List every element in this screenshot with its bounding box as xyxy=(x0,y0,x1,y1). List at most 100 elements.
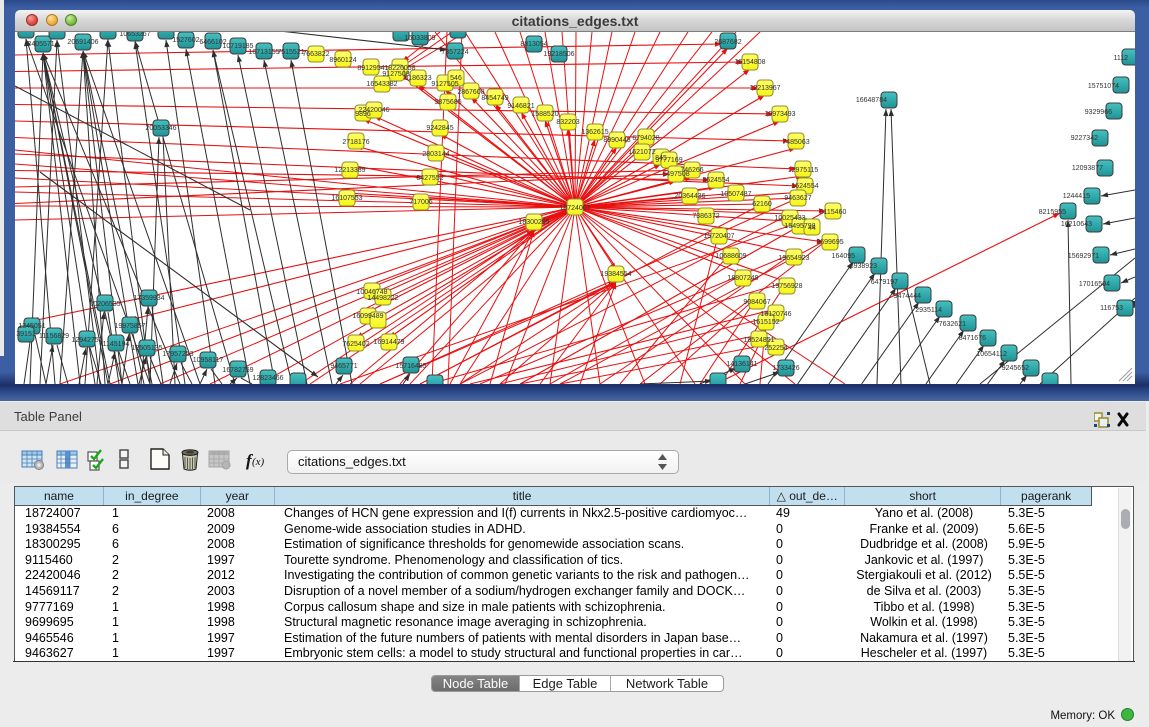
svg-text:15720407: 15720407 xyxy=(703,233,734,240)
svg-text:2718176: 2718176 xyxy=(342,139,369,146)
svg-text:546: 546 xyxy=(450,75,462,82)
svg-text:7515521: 7515521 xyxy=(277,49,304,56)
svg-text:8990448: 8990448 xyxy=(603,137,630,144)
svg-text:6794028: 6794028 xyxy=(632,135,659,142)
svg-text:1624554: 1624554 xyxy=(791,183,818,190)
svg-text:19654923: 19654923 xyxy=(778,255,809,262)
svg-text:1145194: 1145194 xyxy=(103,341,130,348)
svg-text:2803144: 2803144 xyxy=(422,151,449,158)
svg-text:1112: 1112 xyxy=(1113,55,1128,62)
svg-text:5875685: 5875685 xyxy=(434,99,461,106)
svg-text:9465771: 9465771 xyxy=(330,363,357,370)
svg-text:16099489: 16099489 xyxy=(352,313,383,320)
svg-text:832203: 832203 xyxy=(556,119,579,126)
svg-text:7632621: 7632621 xyxy=(939,321,966,328)
svg-text:1345051: 1345051 xyxy=(18,323,45,330)
svg-text:8186323: 8186323 xyxy=(404,75,431,82)
svg-text:16648784: 16648784 xyxy=(856,97,887,104)
svg-text:1362615: 1362615 xyxy=(581,129,608,136)
svg-text:116753: 116753 xyxy=(1100,305,1123,312)
svg-text:16914479: 16914479 xyxy=(373,339,404,346)
svg-text:9777169: 9777169 xyxy=(655,157,682,164)
svg-text:10958117: 10958117 xyxy=(193,357,224,364)
svg-text:8912954: 8912954 xyxy=(357,65,384,72)
svg-text:19975857: 19975857 xyxy=(114,323,145,330)
svg-text:10654112: 10654112 xyxy=(976,351,1007,358)
svg-text:10507487: 10507487 xyxy=(720,191,751,198)
svg-text:10973493: 10973493 xyxy=(764,111,795,118)
svg-text:16154808: 16154808 xyxy=(734,59,765,66)
svg-text:19218506: 19218506 xyxy=(543,51,574,58)
svg-text:2687682: 2687682 xyxy=(714,39,741,46)
svg-text:16120746: 16120746 xyxy=(760,311,791,318)
svg-text:1733426: 1733426 xyxy=(772,365,799,372)
svg-text:12823466: 12823466 xyxy=(252,375,283,382)
svg-text:18807249: 18807249 xyxy=(727,275,758,282)
svg-text:17016504: 17016504 xyxy=(1079,281,1110,288)
svg-text:252254: 252254 xyxy=(764,345,787,352)
svg-text:8938923: 8938923 xyxy=(850,263,877,270)
svg-text:16713155: 16713155 xyxy=(248,49,279,56)
svg-text:12942757: 12942757 xyxy=(71,337,102,344)
svg-text:1244415: 1244415 xyxy=(1063,193,1090,200)
svg-text:164095: 164095 xyxy=(832,253,855,260)
svg-text:15716485: 15716485 xyxy=(395,363,426,370)
svg-text:1588520: 1588520 xyxy=(531,111,558,118)
svg-text:8960124: 8960124 xyxy=(329,57,356,64)
svg-text:9463627: 9463627 xyxy=(784,195,811,202)
svg-text:9474444: 9474444 xyxy=(894,293,921,300)
svg-text:746266: 746266 xyxy=(680,167,703,174)
svg-text:17957253: 17957253 xyxy=(162,351,193,358)
svg-text:10025433: 10025433 xyxy=(774,215,805,222)
svg-text:8427552: 8427552 xyxy=(416,175,443,182)
svg-text:18300295: 18300295 xyxy=(518,219,549,226)
svg-text:19524851: 19524851 xyxy=(743,337,774,344)
svg-text:1527602: 1527602 xyxy=(172,37,199,44)
svg-text:9227342: 9227342 xyxy=(1071,135,1098,142)
svg-text:8215955: 8215955 xyxy=(1039,209,1066,216)
svg-text:62160: 62160 xyxy=(752,201,772,208)
svg-text:6479197: 6479197 xyxy=(871,279,898,286)
svg-text:12213389: 12213389 xyxy=(334,167,365,174)
svg-text:9329966: 9329966 xyxy=(1085,109,1112,116)
svg-text:12975115: 12975115 xyxy=(788,167,819,174)
svg-text:16107553: 16107553 xyxy=(331,195,362,202)
svg-text:22420046: 22420046 xyxy=(358,107,389,114)
svg-text:7485063: 7485063 xyxy=(782,139,809,146)
svg-text:10688609: 10688609 xyxy=(715,253,746,260)
svg-text:19756928: 19756928 xyxy=(771,283,802,290)
svg-text:18724007: 18724007 xyxy=(559,205,590,212)
svg-text:9245652: 9245652 xyxy=(1002,365,1029,372)
svg-text:7357224: 7357224 xyxy=(441,49,468,56)
svg-text:3624554: 3624554 xyxy=(702,177,729,184)
svg-text:8813054: 8813054 xyxy=(520,41,547,48)
svg-text:20364436: 20364436 xyxy=(674,193,705,200)
svg-text:24055714: 24055714 xyxy=(27,41,58,48)
svg-text:7625402: 7625402 xyxy=(342,341,369,348)
svg-text:9699695: 9699695 xyxy=(816,239,843,246)
svg-text:15692971: 15692971 xyxy=(1068,253,1099,260)
svg-text:11156829: 11156829 xyxy=(39,333,69,340)
svg-text:17359934: 17359934 xyxy=(133,295,164,302)
svg-text:9084067: 9084067 xyxy=(743,299,770,306)
svg-text:9115460: 9115460 xyxy=(820,209,847,216)
svg-text:7663822: 7663822 xyxy=(302,51,329,58)
svg-text:12213967: 12213967 xyxy=(749,85,780,92)
svg-text:1621072: 1621072 xyxy=(628,149,655,156)
svg-text:1615152: 1615152 xyxy=(752,319,779,326)
svg-text:8471676: 8471676 xyxy=(959,335,986,342)
svg-text:(x): (x) xyxy=(252,456,265,468)
svg-text:14136141: 14136141 xyxy=(726,361,757,368)
svg-text:20206535: 20206535 xyxy=(89,301,120,308)
svg-text:16782759: 16782759 xyxy=(222,367,253,374)
svg-text:44: 44 xyxy=(808,225,816,232)
svg-text:717006: 717006 xyxy=(409,199,432,206)
svg-text:9146821: 9146821 xyxy=(507,103,534,110)
svg-text:10653267: 10653267 xyxy=(119,32,150,38)
svg-text:16210643: 16210643 xyxy=(1061,221,1092,228)
svg-text:2935114: 2935114 xyxy=(915,307,942,314)
svg-text:9242845: 9242845 xyxy=(426,125,453,132)
svg-text:15751074: 15751074 xyxy=(1088,83,1119,90)
svg-text:39151: 39151 xyxy=(16,331,36,338)
svg-text:12505135: 12505135 xyxy=(131,345,162,352)
